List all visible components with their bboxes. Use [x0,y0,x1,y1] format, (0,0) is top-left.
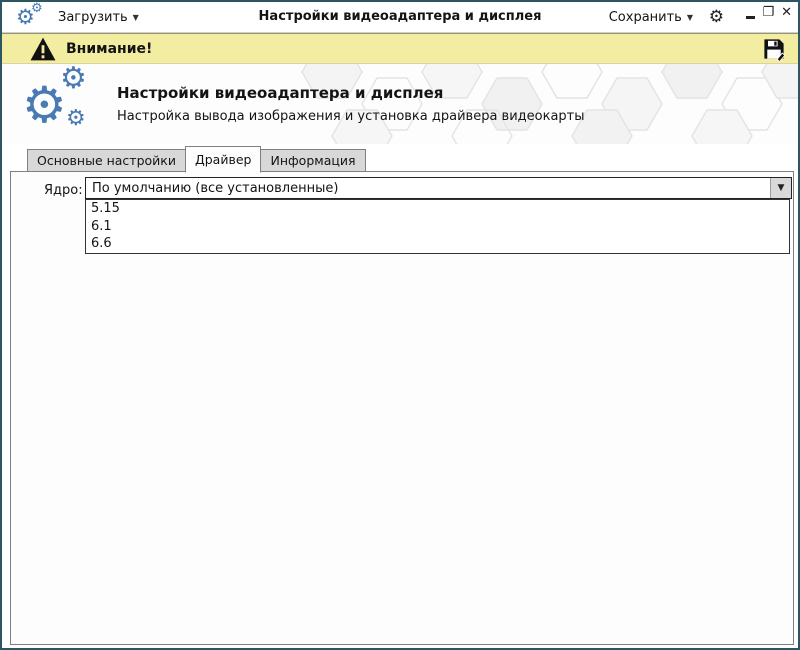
app-window: ⚙⚙ Загрузить ▼ Настройки видеоадаптера и… [0,0,800,650]
combobox-arrow-button[interactable]: ▼ [770,178,791,198]
kernel-combobox[interactable]: По умолчанию (все установленные) ▼ [85,177,792,199]
warning-bar: Внимание! [2,33,798,64]
title-bar: ⚙⚙ Загрузить ▼ Настройки видеоадаптера и… [2,2,798,33]
kernel-label: Ядро: [44,183,83,198]
settings-gear-icon[interactable]: ⚙ [709,7,724,27]
gears-logo-icon: ⚙⚙⚙ [22,64,102,144]
page-subtitle: Настройка вывода изображения и установка… [117,109,585,124]
minimize-button[interactable] [746,16,755,19]
page-title: Настройки видеоадаптера и дисплея [117,84,443,102]
tab-driver[interactable]: Драйвер [185,146,261,173]
tab-information[interactable]: Информация [261,149,365,172]
kernel-dropdown-list[interactable]: 5.156.16.6 [85,199,790,254]
warning-icon [30,37,56,65]
kernel-option[interactable]: 6.1 [86,218,789,236]
kernel-combobox-value: По умолчанию (все установленные) [92,181,338,196]
tab-main-settings[interactable]: Основные настройки [27,149,185,172]
kernel-option[interactable]: 6.6 [86,235,789,253]
save-file-icon[interactable] [762,37,786,65]
chevron-down-icon: ▼ [687,13,693,22]
close-button[interactable]: ✕ [781,6,792,19]
restore-button[interactable]: ❐ [762,6,774,19]
save-button-label: Сохранить [609,10,682,25]
window-controls: ❐ ✕ [746,6,792,19]
hexagon-pattern [2,64,798,144]
tab-bar: Основные настройки Драйвер Информация [27,146,366,172]
kernel-option[interactable]: 5.15 [86,200,789,218]
save-button[interactable]: Сохранить ▼ [609,7,693,27]
banner: ⚙⚙⚙ Настройки видеоадаптера и дисплея На… [2,64,798,144]
warning-label: Внимание! [66,41,152,57]
